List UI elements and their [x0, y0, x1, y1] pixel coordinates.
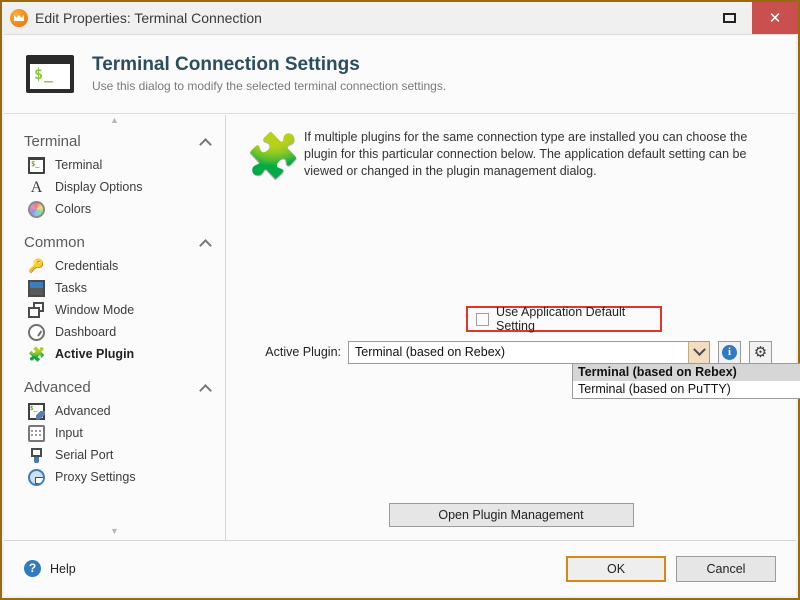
sidebar-group-common[interactable]: Common: [4, 230, 225, 255]
dialog-window: Edit Properties: Terminal Connection ✕ $…: [0, 0, 800, 600]
sidebar-group-label: Terminal: [24, 133, 81, 150]
sidebar-group-terminal[interactable]: Terminal: [4, 129, 225, 154]
window-controls: ✕: [707, 2, 798, 34]
window-icon: [28, 279, 45, 297]
intro-block: 🧩 If multiple plugins for the same conne…: [226, 115, 796, 180]
active-plugin-dropdown-list[interactable]: Terminal (based on Rebex) Terminal (base…: [572, 363, 800, 399]
app-icon: [10, 9, 28, 27]
sidebar-scroll-up-icon[interactable]: ▲: [4, 115, 225, 129]
key-icon: 🔑: [28, 258, 45, 274]
sidebar[interactable]: ▲ Terminal Terminal A Display Options: [4, 115, 226, 540]
sidebar-item-label: Colors: [55, 202, 92, 216]
chevron-down-icon[interactable]: [688, 341, 709, 363]
sidebar-group-label: Advanced: [24, 379, 91, 396]
chevron-up-icon[interactable]: [200, 136, 211, 147]
terminal-icon: [28, 156, 45, 174]
info-icon: i: [722, 344, 737, 360]
dropdown-option[interactable]: Terminal (based on PuTTY): [573, 381, 800, 398]
puzzle-piece-icon: 🧩: [246, 131, 301, 182]
sidebar-item-advanced[interactable]: Advanced: [4, 400, 225, 422]
globe-icon: [28, 468, 45, 486]
sidebar-item-label: Advanced: [55, 404, 111, 418]
help-link[interactable]: ? Help: [24, 560, 556, 577]
sidebar-item-label: Dashboard: [55, 325, 117, 339]
sidebar-item-label: Display Options: [55, 180, 143, 194]
color-wheel-icon: [28, 200, 45, 218]
content-pane: 🧩 If multiple plugins for the same conne…: [226, 115, 800, 540]
sidebar-item-label: Active Plugin: [55, 347, 135, 361]
sidebar-item-label: Tasks: [55, 281, 87, 295]
sidebar-item-label: Terminal: [55, 158, 103, 172]
sidebar-item-proxy-settings[interactable]: Proxy Settings: [4, 466, 225, 488]
ok-button[interactable]: OK: [566, 555, 666, 582]
sidebar-item-serial-port[interactable]: Serial Port: [4, 444, 225, 466]
open-plugin-management-button[interactable]: Open Plugin Management: [388, 503, 634, 527]
cancel-button[interactable]: Cancel: [676, 555, 776, 582]
chevron-up-icon[interactable]: [200, 382, 211, 393]
puzzle-piece-icon: 🧩: [28, 345, 46, 362]
sidebar-scroll-down-icon[interactable]: ▼: [4, 526, 225, 540]
close-button[interactable]: ✕: [752, 2, 798, 34]
sidebar-item-label: Proxy Settings: [55, 470, 136, 484]
sidebar-item-tasks[interactable]: Tasks: [4, 277, 225, 299]
window-title: Edit Properties: Terminal Connection: [35, 10, 262, 26]
open-plugin-management-wrap: Open Plugin Management: [226, 503, 796, 527]
dropdown-option[interactable]: Terminal (based on Rebex): [573, 364, 800, 381]
use-app-default-checkbox[interactable]: Use Application Default Setting: [466, 305, 662, 333]
keyboard-icon: [28, 424, 45, 442]
serial-plug-icon: [28, 447, 45, 464]
gauge-icon: [28, 323, 45, 341]
intro-text: If multiple plugins for the same connect…: [304, 130, 748, 178]
sidebar-item-label: Input: [55, 426, 83, 440]
maximize-icon: [723, 13, 736, 23]
sidebar-group-advanced[interactable]: Advanced: [4, 375, 225, 400]
page-title: Terminal Connection Settings: [92, 53, 360, 75]
dialog-body: $_ Terminal Connection Settings Use this…: [4, 34, 800, 596]
chevron-up-icon[interactable]: [200, 237, 211, 248]
active-plugin-label: Active Plugin:: [265, 345, 341, 359]
sidebar-nav: Terminal Terminal A Display Options Colo…: [4, 129, 225, 488]
plugin-info-button[interactable]: i: [718, 340, 741, 364]
sidebar-item-label: Serial Port: [55, 448, 114, 462]
checkbox-label: Use Application Default Setting: [496, 305, 626, 333]
help-label: Help: [50, 561, 76, 576]
sidebar-item-active-plugin[interactable]: 🧩 Active Plugin: [4, 343, 225, 365]
terminal-wrench-icon: [28, 402, 45, 420]
dialog-header: $_ Terminal Connection Settings Use this…: [4, 35, 796, 114]
sidebar-group-label: Common: [24, 234, 85, 251]
active-plugin-combobox[interactable]: Terminal (based on Rebex): [348, 340, 710, 364]
sidebar-item-dashboard[interactable]: Dashboard: [4, 321, 225, 343]
checkbox-box[interactable]: [476, 312, 489, 326]
gear-icon: ⚙: [753, 342, 768, 361]
sidebar-item-credentials[interactable]: 🔑 Credentials: [4, 255, 225, 277]
sidebar-item-label: Credentials: [55, 259, 119, 273]
plugin-settings-button[interactable]: ⚙: [749, 340, 772, 364]
title-bar: Edit Properties: Terminal Connection ✕: [2, 2, 798, 34]
header-text: Terminal Connection Settings Use this di…: [92, 53, 447, 94]
question-icon: ?: [24, 560, 41, 577]
sidebar-item-window-mode[interactable]: Window Mode: [4, 299, 225, 321]
cascade-windows-icon: [28, 301, 45, 319]
terminal-icon: $_: [26, 55, 74, 93]
sidebar-item-display-options[interactable]: A Display Options: [4, 176, 225, 198]
maximize-button[interactable]: [707, 2, 752, 34]
page-subtitle: Use this dialog to modify the selected t…: [92, 79, 447, 94]
combobox-value: Terminal (based on Rebex): [355, 345, 506, 359]
sidebar-item-colors[interactable]: Colors: [4, 198, 225, 220]
sidebar-item-terminal[interactable]: Terminal: [4, 154, 225, 176]
close-icon: ✕: [768, 8, 782, 27]
active-plugin-row: Active Plugin: Terminal (based on Rebex)…: [226, 340, 796, 364]
font-icon: A: [30, 178, 43, 196]
sidebar-item-input[interactable]: Input: [4, 422, 225, 444]
dialog-footer: ? Help OK Cancel: [4, 540, 796, 596]
terminal-prompt-glyph: $_: [34, 65, 55, 83]
sidebar-item-label: Window Mode: [55, 303, 135, 317]
main-split: ▲ Terminal Terminal A Display Options: [4, 115, 800, 540]
